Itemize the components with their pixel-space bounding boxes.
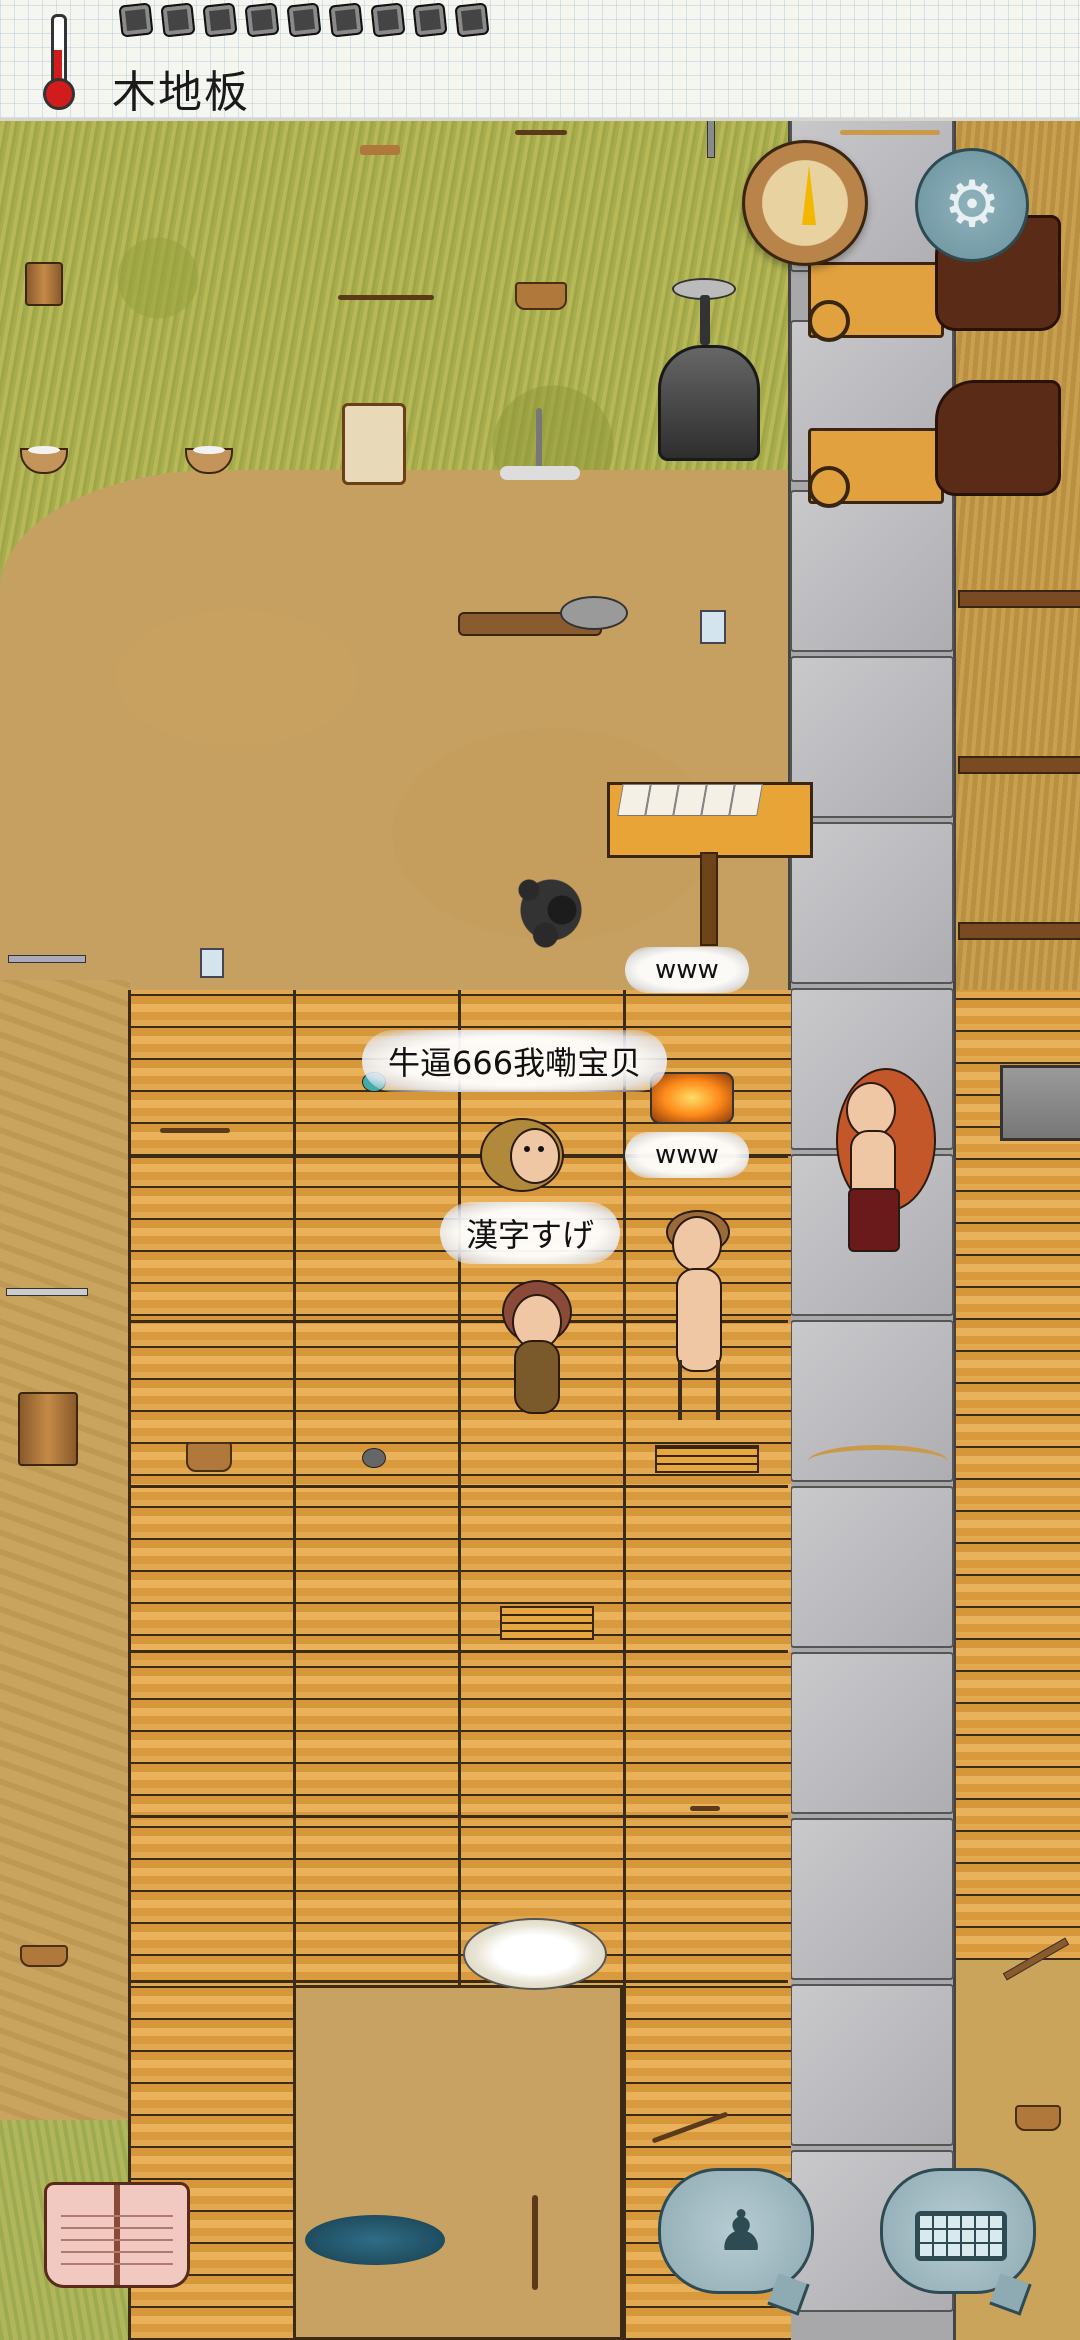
food-meter bbox=[118, 2, 490, 38]
note-item[interactable] bbox=[700, 610, 726, 644]
speech-bubble: www bbox=[625, 1132, 749, 1178]
road-tile bbox=[790, 490, 954, 652]
basket-item[interactable] bbox=[20, 1945, 68, 1967]
stick-item[interactable] bbox=[338, 295, 434, 300]
player-character[interactable] bbox=[500, 1280, 580, 1420]
speech-bubble: www bbox=[625, 947, 749, 993]
book-icon[interactable] bbox=[44, 2182, 190, 2288]
dirt-terrain bbox=[0, 470, 790, 990]
dirt-gap bbox=[293, 1985, 623, 2340]
road-tile bbox=[790, 822, 954, 984]
stick-item[interactable] bbox=[532, 2195, 538, 2290]
speech-bubble: 漢字すげ bbox=[440, 1202, 621, 1264]
stick-item[interactable] bbox=[515, 130, 567, 135]
basket-item[interactable] bbox=[360, 145, 400, 155]
barrel-item[interactable] bbox=[18, 1392, 78, 1466]
food-pip bbox=[412, 2, 448, 38]
compass-icon[interactable] bbox=[742, 140, 868, 266]
road-tile bbox=[790, 1984, 954, 2146]
stone-wheel[interactable] bbox=[560, 596, 628, 630]
player-character[interactable] bbox=[836, 1068, 946, 1268]
food-pip bbox=[160, 2, 196, 38]
food-pip bbox=[370, 2, 406, 38]
basket-item[interactable] bbox=[186, 1442, 232, 1472]
paper-item[interactable] bbox=[729, 784, 763, 816]
water-pond[interactable] bbox=[305, 2215, 445, 2265]
rock-item[interactable] bbox=[362, 1448, 386, 1468]
fence-rail[interactable] bbox=[958, 590, 1080, 608]
food-pip bbox=[244, 2, 280, 38]
floor-seam bbox=[128, 1650, 788, 1653]
food-pip bbox=[286, 2, 322, 38]
keyboard-icon bbox=[915, 2211, 1007, 2261]
food-pip bbox=[328, 2, 364, 38]
game-world[interactable] bbox=[0, 0, 1080, 2340]
road-tile bbox=[790, 1486, 954, 1648]
bow-item[interactable] bbox=[840, 130, 940, 135]
file-tool[interactable] bbox=[8, 955, 86, 963]
kiln-pipe bbox=[700, 295, 710, 345]
knife-tool[interactable] bbox=[6, 1288, 88, 1296]
sign-post bbox=[700, 852, 718, 946]
bucket-item[interactable] bbox=[25, 262, 63, 306]
floor-seam bbox=[623, 990, 626, 2340]
kiln[interactable] bbox=[658, 345, 760, 461]
horse[interactable] bbox=[935, 380, 1061, 496]
cart-wheel bbox=[808, 300, 850, 342]
road-tile bbox=[790, 1818, 954, 1980]
player-character[interactable] bbox=[662, 1210, 742, 1430]
board-item[interactable] bbox=[655, 1445, 759, 1473]
stone-block[interactable] bbox=[1000, 1065, 1080, 1141]
fence-rail[interactable] bbox=[958, 756, 1080, 774]
road-tile bbox=[790, 656, 954, 818]
floor-seam bbox=[128, 1815, 788, 1818]
basket-item[interactable] bbox=[515, 282, 567, 310]
bow-item[interactable] bbox=[808, 1445, 948, 1478]
floor-seam bbox=[128, 1485, 788, 1488]
thermometer-bulb bbox=[43, 78, 75, 110]
spindle[interactable] bbox=[500, 408, 580, 480]
settings-button[interactable]: ⚙ bbox=[915, 148, 1029, 262]
road-tile bbox=[790, 1652, 954, 1814]
stick-item[interactable] bbox=[160, 1128, 230, 1133]
floor-seam bbox=[128, 1980, 788, 1983]
keyboard-button[interactable] bbox=[880, 2168, 1036, 2294]
food-pip bbox=[202, 2, 238, 38]
food-pip bbox=[118, 2, 154, 38]
speech-bubble: 牛逼666我嘞宝贝 bbox=[362, 1030, 668, 1092]
cart-wheel bbox=[808, 466, 850, 508]
wool-pile[interactable] bbox=[463, 1918, 607, 1990]
compass-needle bbox=[802, 165, 816, 225]
puppet-icon: ♟ bbox=[716, 2199, 767, 2264]
emote-button[interactable]: ♟ bbox=[658, 2168, 814, 2294]
note-item[interactable] bbox=[200, 948, 224, 978]
clay-jar[interactable] bbox=[342, 403, 406, 485]
plank-stack[interactable] bbox=[500, 1606, 594, 1640]
basket-item[interactable] bbox=[1015, 2105, 1061, 2131]
location-label: 木地板 bbox=[112, 67, 250, 118]
berry-bush[interactable] bbox=[496, 860, 606, 960]
food-pip bbox=[454, 2, 490, 38]
fence-rail[interactable] bbox=[958, 922, 1080, 940]
gear-icon: ⚙ bbox=[943, 168, 1001, 242]
status-bar: 木地板 bbox=[0, 0, 1080, 121]
campfire[interactable] bbox=[650, 1072, 734, 1124]
stick-item[interactable] bbox=[690, 1806, 720, 1811]
